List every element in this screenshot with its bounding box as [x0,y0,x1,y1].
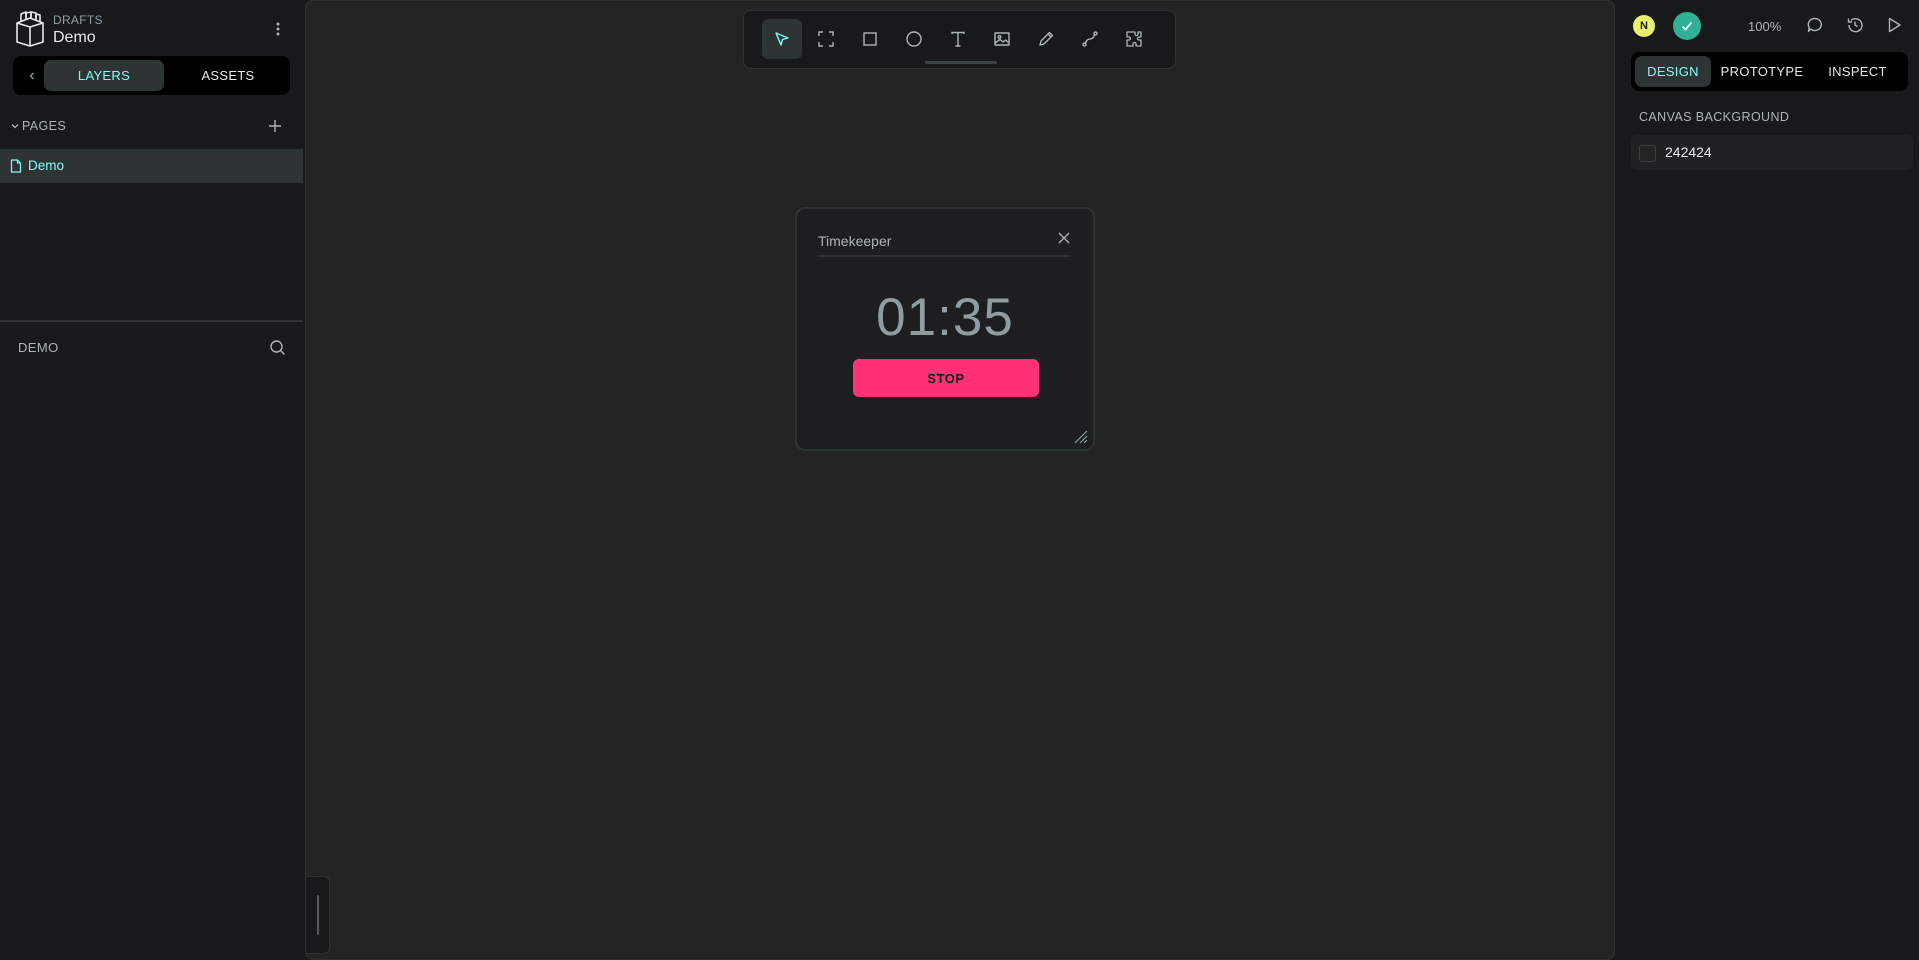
tab-assets[interactable]: ASSETS [170,60,286,91]
zoom-level[interactable]: 100% [1748,19,1781,34]
plugin-dialog: Timekeeper 01:35 STOP [795,207,1095,451]
tab-design[interactable]: DESIGN [1635,56,1711,87]
rectangle-icon[interactable] [850,19,890,59]
tab-layers[interactable]: LAYERS [44,60,164,91]
canvas-background-field[interactable]: 242424 [1631,135,1913,170]
close-icon[interactable] [1057,231,1071,245]
comments-icon[interactable] [1806,16,1824,34]
palette-toggle[interactable] [306,876,330,954]
collapse-sidebar-icon[interactable] [17,60,47,91]
plugins-icon[interactable] [1114,19,1154,59]
page-item-label: Demo [28,158,65,173]
canvas-background-value[interactable]: 242424 [1665,144,1712,160]
project-name[interactable]: Demo [53,29,96,47]
top-toolbar [743,10,1176,69]
add-page-icon[interactable] [267,118,283,134]
resize-handle-icon[interactable] [1072,428,1088,444]
text-icon[interactable] [938,19,978,59]
color-swatch[interactable] [1639,145,1656,162]
pencil-icon[interactable] [1026,19,1066,59]
saved-status-icon [1673,12,1701,40]
chevron-down-icon[interactable] [10,121,20,131]
avatar[interactable]: N [1633,15,1655,37]
page-icon [10,159,22,173]
play-icon[interactable] [1885,16,1903,34]
timer-display: 01:35 [876,288,1014,347]
ellipse-icon[interactable] [894,19,934,59]
history-icon[interactable] [1846,16,1864,34]
toolbar-drag-handle[interactable] [925,61,997,64]
tab-inspect[interactable]: INSPECT [1811,56,1904,87]
penpot-logo-icon[interactable] [15,11,45,47]
board-icon[interactable] [806,19,846,59]
search-icon[interactable] [269,339,286,356]
palette-handle-bar [317,895,319,935]
tab-prototype[interactable]: PROTOTYPE [1717,56,1807,87]
project-kind: DRAFTS [53,13,103,27]
pages-header: PAGES [10,116,293,138]
layers-header: DEMO [18,339,288,359]
left-sidebar: DRAFTS Demo LAYERS ASSETS PAGES Demo DEM… [0,0,303,960]
path-icon[interactable] [1070,19,1110,59]
inspector-tabs: DESIGN PROTOTYPE INSPECT [1631,52,1908,91]
layers-title: DEMO [18,340,59,355]
canvas-viewport[interactable]: Timekeeper 01:35 STOP [305,0,1615,960]
project-header: DRAFTS Demo [14,10,297,50]
dialog-divider [817,255,1071,257]
image-icon[interactable] [982,19,1022,59]
dialog-title: Timekeeper [818,233,892,249]
stop-button[interactable]: STOP [853,359,1039,397]
sidebar-tabs: LAYERS ASSETS [13,56,290,95]
pages-title[interactable]: PAGES [22,119,66,133]
more-options-icon[interactable] [269,18,287,40]
page-item-demo[interactable]: Demo [0,149,303,183]
move-icon[interactable] [762,19,802,59]
right-sidebar: N 100% DESIGN PROTOTYPE INSPECT CANVAS B… [1617,0,1919,960]
sidebar-divider[interactable] [0,320,303,322]
canvas-background-title: CANVAS BACKGROUND [1639,110,1790,124]
